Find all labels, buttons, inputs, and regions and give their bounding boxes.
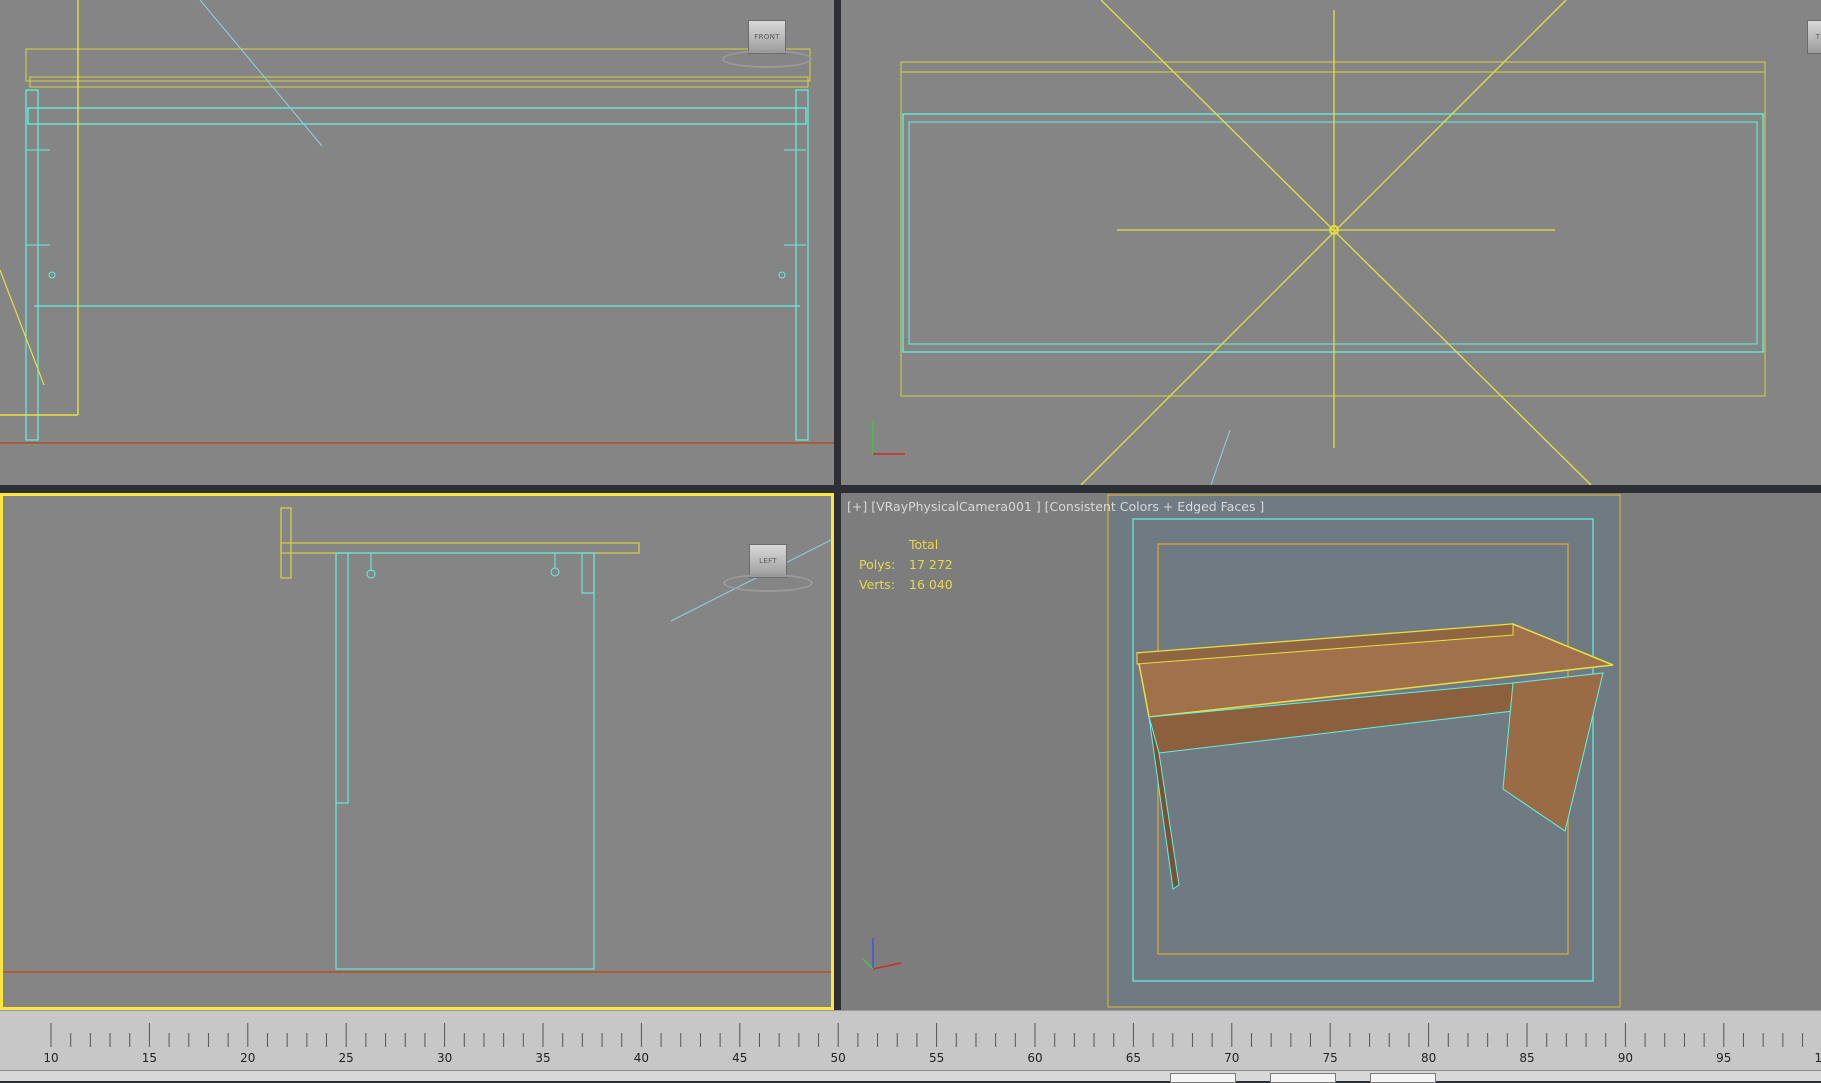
coord-field-x[interactable] (1170, 1073, 1236, 1083)
polys-value: 17 272 (909, 557, 953, 572)
ruler-label: 75 (1322, 1051, 1338, 1065)
polygon-stats: Total Polys: 17 272 Verts: 16 040 (859, 535, 953, 595)
front-wireframe (0, 0, 834, 444)
top-wireframe (872, 0, 1766, 485)
viewport-camera-label[interactable]: [+] [VRayPhysicalCamera001 ] [Consistent… (847, 499, 1264, 514)
timeline-ruler[interactable]: 10 15 20 25 30 35 40 45 50 55 60 65 70 75 80 85 90 95 10 (0, 1010, 1821, 1071)
ruler-label: 70 (1224, 1051, 1240, 1065)
ruler-label: 40 (633, 1051, 650, 1065)
coord-field-z[interactable] (1370, 1073, 1436, 1083)
ruler-label: 60 (1027, 1051, 1043, 1065)
ruler-label: 90 (1617, 1051, 1634, 1065)
ruler-label: 85 (1519, 1051, 1535, 1065)
ruler-label: 50 (830, 1051, 846, 1065)
viewport-top[interactable]: T (841, 0, 1821, 485)
ruler-label: 55 (928, 1051, 945, 1065)
viewcube-icon[interactable]: FRONT (748, 20, 786, 54)
viewport-front[interactable]: FRONT (0, 0, 834, 485)
ruler-ticks (50, 1023, 1804, 1047)
ruler-label: 45 (732, 1051, 748, 1065)
verts-label: Verts: (859, 577, 896, 592)
ruler-label: 35 (535, 1051, 551, 1065)
camera-scene (862, 494, 1621, 1008)
stats-header: Total (909, 537, 939, 552)
ruler-label: 30 (436, 1051, 453, 1065)
ruler-label: 65 (1125, 1051, 1142, 1065)
ruler-label: 15 (141, 1051, 158, 1065)
verts-value: 16 040 (909, 577, 953, 592)
ruler-label: 25 (338, 1051, 354, 1065)
viewcube-icon[interactable]: LEFT (749, 544, 787, 578)
polys-label: Polys: (859, 557, 896, 572)
viewport-camera[interactable]: [+] [VRayPhysicalCamera001 ] [Consistent… (841, 493, 1821, 1010)
ruler-label: 80 (1420, 1051, 1437, 1065)
viewcube-ring[interactable] (723, 574, 813, 592)
ruler-label: 95 (1716, 1051, 1732, 1065)
left-wireframe (3, 507, 831, 973)
viewcube-ring[interactable] (722, 50, 812, 68)
viewport-left[interactable]: LEFT (0, 493, 834, 1010)
ruler-label: 10 (1814, 1051, 1821, 1065)
viewcube-icon[interactable]: T (1807, 20, 1821, 54)
coord-field-y[interactable] (1270, 1073, 1336, 1083)
status-bar (0, 1070, 1821, 1083)
ruler-label: 20 (240, 1051, 256, 1065)
ruler-label: 10 (43, 1051, 59, 1065)
